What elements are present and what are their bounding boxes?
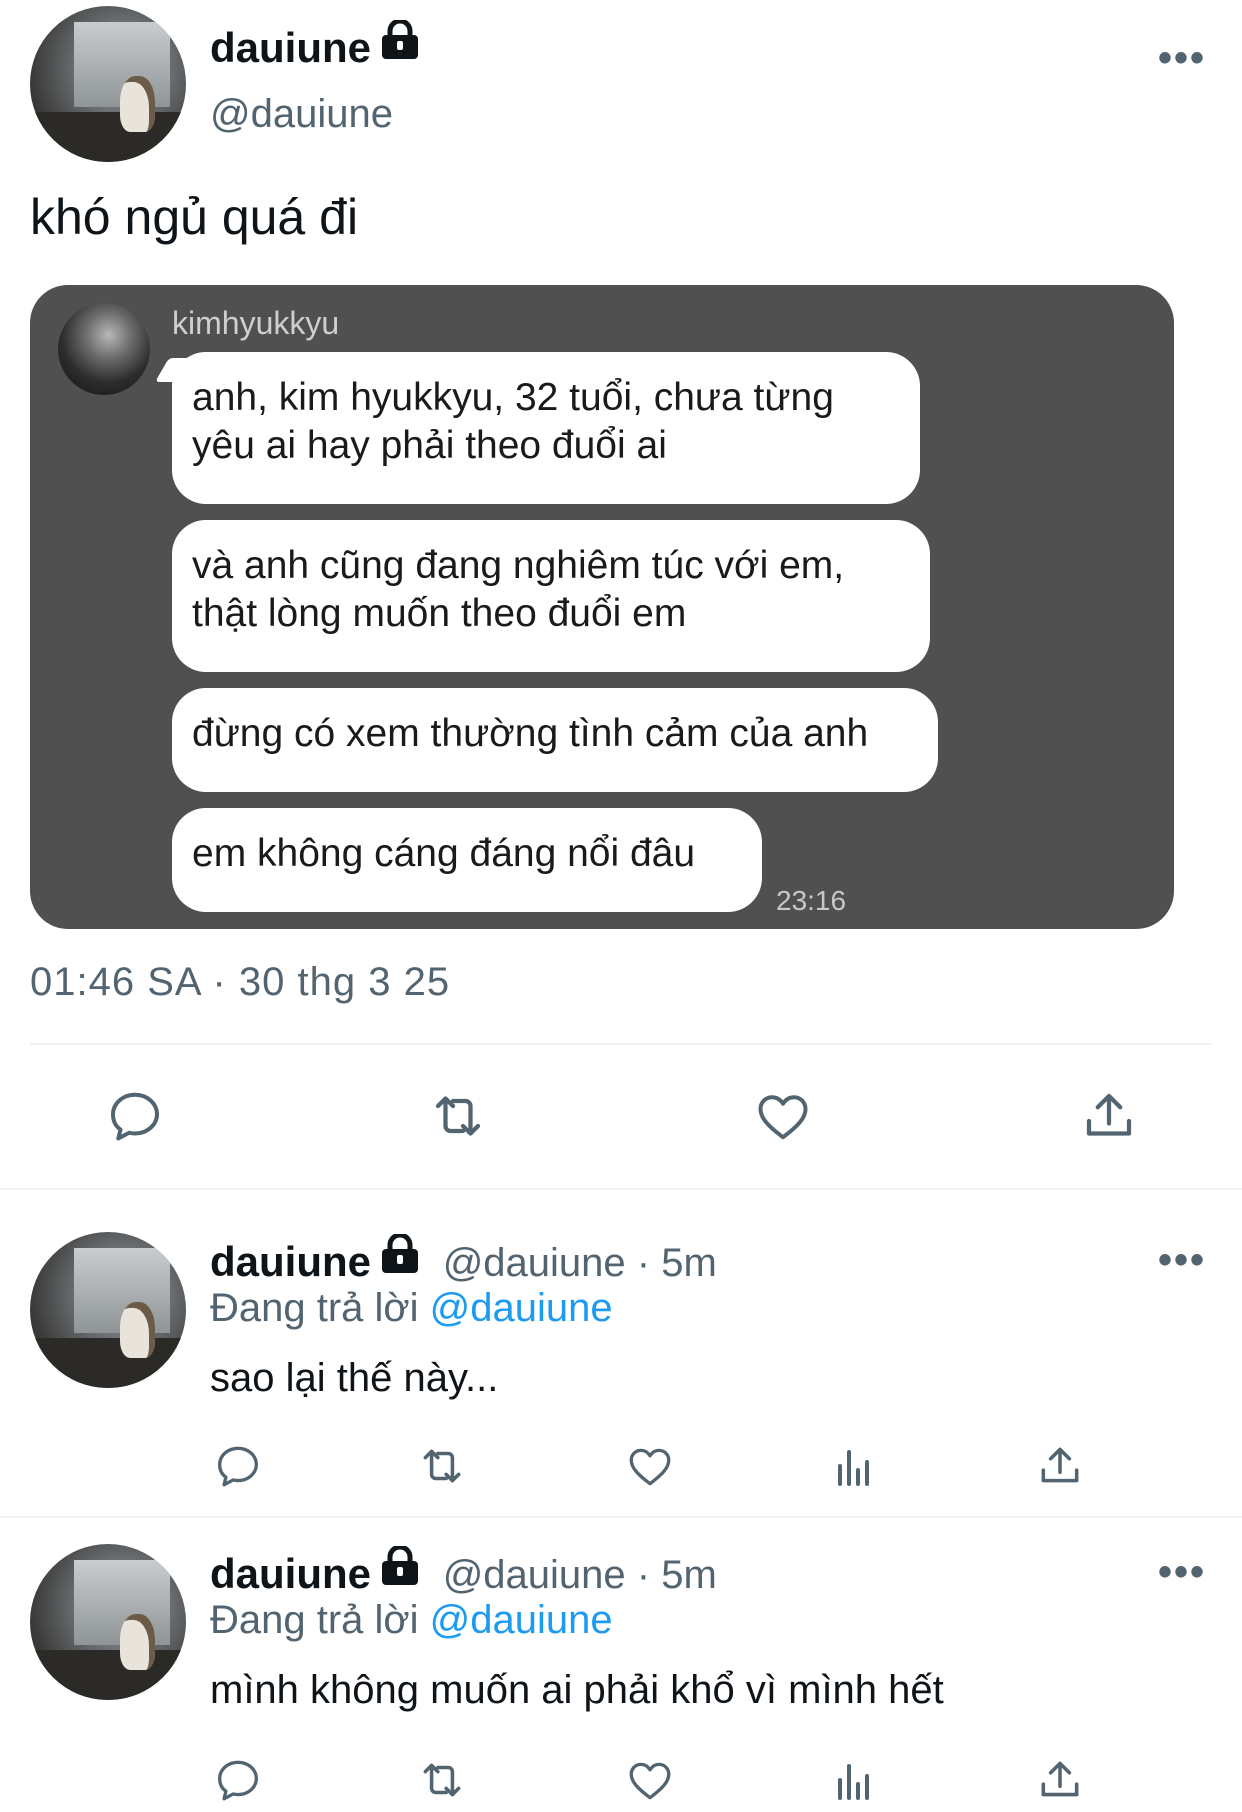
chat-bubble-line: anh, kim hyukkyu, 32 tuổi, chưa từng: [192, 376, 834, 419]
like-icon: [629, 1762, 671, 1800]
display-name-text: dauiune: [210, 1550, 372, 1597]
tweet-text: khó ngủ quá đi: [30, 189, 359, 245]
divider: [0, 1188, 1242, 1190]
display-name-text: dauiune: [210, 24, 372, 71]
reply-text: mình không muốn ai phải khổ vì mình hết: [210, 1668, 944, 1712]
avatar-sill: [30, 1650, 186, 1700]
reply-icon: [111, 1092, 159, 1141]
more-options-button[interactable]: •••: [1158, 1238, 1206, 1283]
avatar-cat: [120, 1302, 155, 1359]
share-button[interactable]: [1074, 1084, 1144, 1148]
retweet-icon: [423, 1449, 461, 1483]
share-button[interactable]: [1032, 1752, 1088, 1808]
attached-chat-image[interactable]: kimhyukkyu anh, kim hyukkyu, 32 tuổi, ch…: [30, 285, 1174, 929]
chat-bubble-line: và anh cũng đang nghiêm túc với em,: [192, 544, 845, 587]
chat-bubble-line: yêu ai hay phải theo đuổi ai: [192, 424, 667, 467]
replying-to: Đang trả lời @dauiune: [210, 1286, 613, 1331]
avatar-cat: [120, 76, 155, 133]
share-button[interactable]: [1032, 1438, 1088, 1494]
lock-icon: [379, 18, 421, 70]
reply-display-name[interactable]: dauiune @dauiune · 5m: [210, 1544, 717, 1602]
mention-link[interactable]: @dauiune: [430, 1598, 613, 1642]
display-name-text: dauiune: [210, 1238, 372, 1285]
like-button[interactable]: [748, 1084, 818, 1148]
reply-text: sao lại thế này...: [210, 1356, 499, 1400]
chat-bubble: em không cáng đáng nổi đâu: [172, 808, 762, 912]
divider: [30, 1043, 1212, 1045]
replying-to: Đang trả lời @dauiune: [210, 1598, 613, 1643]
reply-button[interactable]: [210, 1752, 266, 1808]
analytics-icon: [838, 1764, 869, 1800]
author-handle[interactable]: @dauiune: [210, 92, 393, 137]
analytics-icon: [838, 1450, 869, 1486]
retweet-button[interactable]: [420, 1084, 496, 1148]
analytics-button[interactable]: [826, 1754, 882, 1810]
tweet-timestamp[interactable]: 01:46 SA · 30 thg 3 25: [30, 960, 450, 1005]
reply-display-name[interactable]: dauiune @dauiune · 5m: [210, 1232, 717, 1290]
like-button[interactable]: [622, 1752, 678, 1808]
reply-avatar[interactable]: [30, 1232, 186, 1388]
mention-link[interactable]: @dauiune: [430, 1286, 613, 1330]
reply-button[interactable]: [210, 1438, 266, 1494]
divider: [0, 1516, 1242, 1518]
chat-bubble-line: thật lòng muốn theo đuổi em: [192, 592, 687, 635]
replying-prefix: Đang trả lời: [210, 1286, 419, 1330]
chat-bubble-line: em không cáng đáng nổi đâu: [192, 832, 696, 875]
chat-avatar: [58, 303, 150, 395]
chat-bubble: đừng có xem thường tình cảm của anh: [172, 688, 938, 792]
lock-icon: [379, 1232, 421, 1284]
chat-bubble: và anh cũng đang nghiêm túc với em, thật…: [172, 520, 930, 672]
retweet-icon: [423, 1763, 461, 1797]
avatar-cat: [120, 1614, 155, 1671]
share-icon: [1041, 1447, 1079, 1483]
retweet-button[interactable]: [412, 1752, 472, 1808]
share-icon: [1086, 1093, 1132, 1136]
reply-icon: [218, 1446, 258, 1487]
author-avatar[interactable]: [30, 6, 186, 162]
chat-bubble-line: đừng có xem thường tình cảm của anh: [192, 712, 869, 755]
chat-time: 23:16: [776, 885, 847, 916]
like-icon: [758, 1095, 808, 1140]
author-display-name[interactable]: dauiune: [210, 18, 421, 76]
reply-handle-time[interactable]: @dauiune · 5m: [443, 1553, 717, 1597]
lock-icon: [379, 1544, 421, 1596]
share-icon: [1041, 1761, 1079, 1797]
retweet-button[interactable]: [412, 1438, 472, 1494]
chat-username: kimhyukkyu: [172, 305, 340, 341]
analytics-button[interactable]: [826, 1440, 882, 1496]
reply-icon: [218, 1760, 258, 1801]
reply-avatar[interactable]: [30, 1544, 186, 1700]
reply-handle-time[interactable]: @dauiune · 5m: [443, 1241, 717, 1285]
more-options-button[interactable]: •••: [1158, 36, 1206, 81]
retweet-icon: [435, 1096, 481, 1136]
chat-bubble: anh, kim hyukkyu, 32 tuổi, chưa từng yêu…: [155, 352, 920, 504]
replying-prefix: Đang trả lời: [210, 1598, 419, 1642]
reply-button[interactable]: [100, 1084, 170, 1148]
avatar-sill: [30, 112, 186, 162]
bubble-tail: [155, 358, 193, 382]
avatar-sill: [30, 1338, 186, 1388]
like-icon: [629, 1448, 671, 1486]
more-options-button[interactable]: •••: [1158, 1550, 1206, 1595]
like-button[interactable]: [622, 1438, 678, 1494]
